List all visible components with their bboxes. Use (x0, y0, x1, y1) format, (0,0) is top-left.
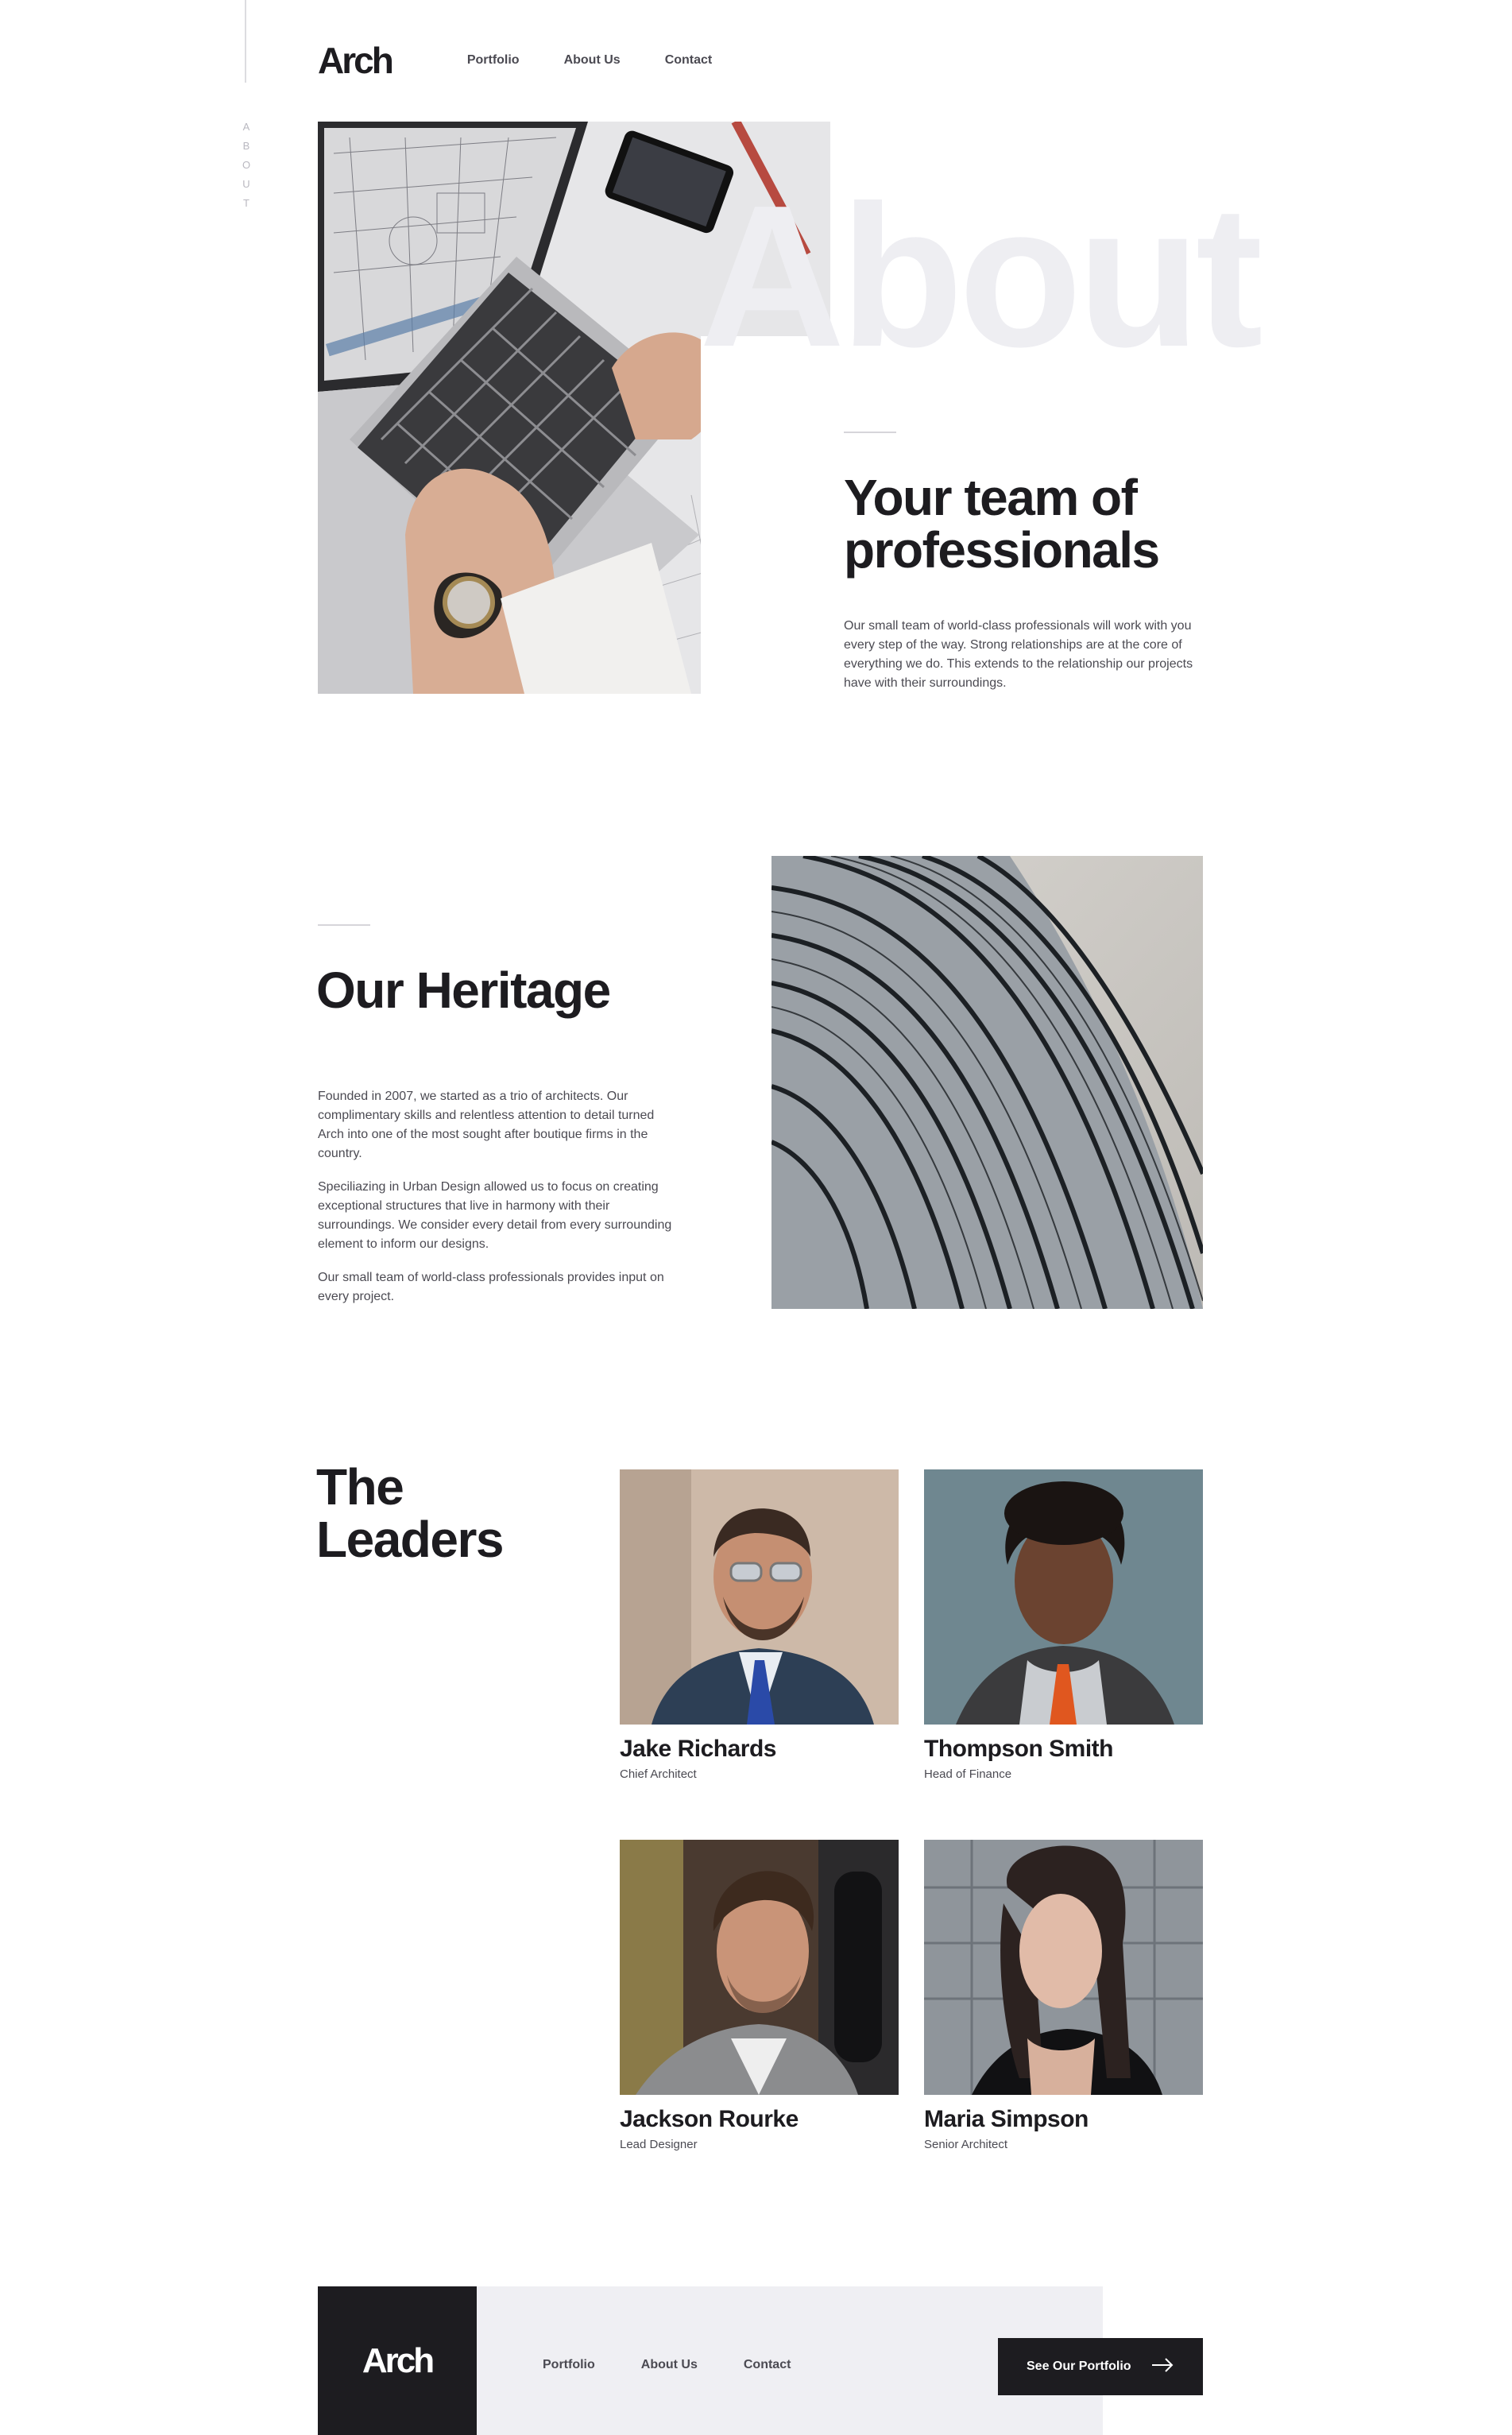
footer-logo-box[interactable]: Arch (318, 2286, 477, 2435)
heritage-paragraph: Our small team of world-class profession… (318, 1271, 664, 1303)
heritage-text: Founded in 2007, we started as a trio of… (318, 1087, 679, 1321)
heritage-paragraph: Speciliazing in Urban Design allowed us … (318, 1180, 672, 1251)
leader-name: Jackson Rourke (620, 2106, 799, 2132)
side-label-letter: A (242, 121, 250, 133)
leader-role: Head of Finance (924, 1767, 1012, 1781)
leader-photo (620, 1840, 899, 2095)
nav-link-about-us[interactable]: About Us (564, 53, 621, 68)
see-portfolio-button[interactable]: See Our Portfolio (998, 2338, 1203, 2395)
leaders-title: The Leaders (316, 1458, 504, 1568)
header-logo[interactable]: Arch (318, 39, 394, 82)
leader-photo (620, 1469, 899, 1725)
cta-label: See Our Portfolio (1027, 2360, 1131, 2373)
leader-name: Jake Richards (620, 1736, 776, 1762)
nav-link-contact[interactable]: Contact (665, 53, 713, 68)
header-nav: Portfolio About Us Contact (467, 53, 712, 68)
hero-divider (844, 432, 896, 433)
hero-watermark-text: About (699, 163, 1263, 389)
hero-title: Your team of professionals (844, 469, 1160, 579)
leader-name: Maria Simpson (924, 2106, 1089, 2132)
arrow-right-icon (1152, 2357, 1174, 2376)
leader-card[interactable]: Jake Richards Chief Architect (620, 1469, 899, 1781)
footer-link-contact[interactable]: Contact (744, 2358, 791, 2372)
footer-nav: Portfolio About Us Contact (543, 2358, 791, 2372)
footer-logo[interactable]: Arch (362, 2341, 435, 2381)
leader-role: Senior Architect (924, 2138, 1008, 2151)
leader-card[interactable]: Maria Simpson Senior Architect (924, 1840, 1203, 2151)
side-section-label: ABOUT (238, 118, 254, 213)
side-label-letter: U (242, 178, 250, 190)
side-label-letter: O (242, 159, 251, 171)
side-label-letter: B (242, 140, 250, 152)
leader-card[interactable]: Thompson Smith Head of Finance (924, 1469, 1203, 1781)
footer-link-about-us[interactable]: About Us (641, 2358, 698, 2372)
side-vertical-line (245, 0, 246, 83)
heritage-paragraph: Founded in 2007, we started as a trio of… (318, 1090, 655, 1160)
leader-card[interactable]: Jackson Rourke Lead Designer (620, 1840, 899, 2151)
leader-role: Lead Designer (620, 2138, 698, 2151)
site-header: Arch Portfolio About Us Contact (318, 33, 1192, 87)
side-label-letter: T (243, 197, 249, 209)
leader-photo (924, 1469, 1203, 1725)
nav-link-portfolio[interactable]: Portfolio (467, 53, 520, 68)
heritage-title: Our Heritage (316, 962, 611, 1019)
footer-link-portfolio[interactable]: Portfolio (543, 2358, 595, 2372)
leader-photo (924, 1840, 1203, 2095)
heritage-image-building-facade (771, 856, 1203, 1309)
leader-role: Chief Architect (620, 1767, 697, 1781)
hero-description: Our small team of world-class profession… (844, 619, 1193, 690)
heritage-divider (318, 924, 370, 926)
leader-name: Thompson Smith (924, 1736, 1113, 1762)
